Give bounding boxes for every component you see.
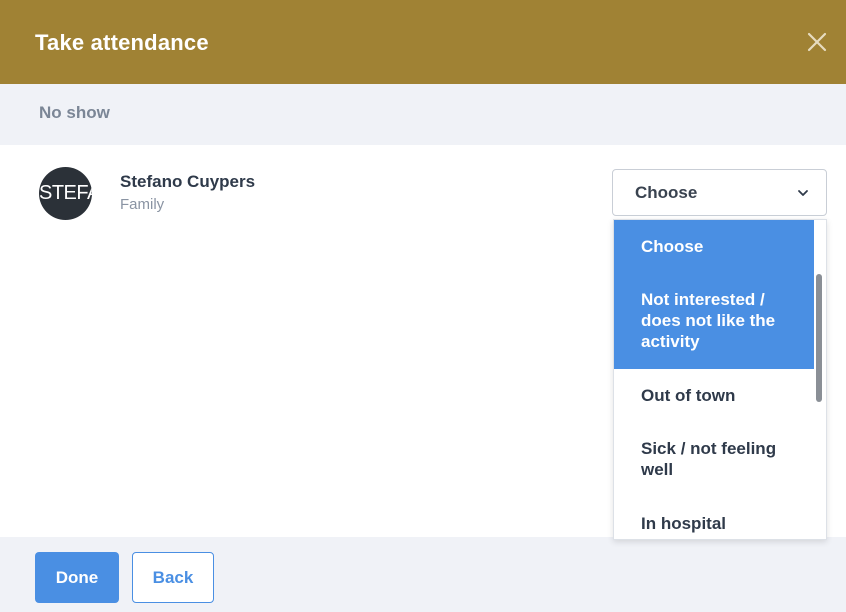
option-label-line: activity bbox=[641, 332, 700, 351]
dropdown-option-sick[interactable]: Sick / not feeling well bbox=[614, 422, 814, 497]
select-value: Choose bbox=[635, 183, 698, 202]
reason-dropdown-list[interactable]: Choose Not interested / does not like th… bbox=[613, 219, 827, 540]
modal-title: Take attendance bbox=[35, 30, 209, 55]
modal-header: Take attendance bbox=[0, 0, 846, 84]
dropdown-option-in-hospital[interactable]: In hospital bbox=[614, 497, 814, 539]
dropdown-scrollbar[interactable] bbox=[816, 274, 822, 402]
section-label: No show bbox=[39, 103, 110, 122]
section-header: No show bbox=[0, 84, 846, 145]
option-label-line: well bbox=[641, 460, 674, 479]
avatar: STEFA bbox=[39, 167, 92, 220]
option-label: Choose bbox=[641, 237, 704, 256]
back-button[interactable]: Back bbox=[132, 552, 214, 603]
chevron-down-icon bbox=[797, 188, 809, 198]
dropdown-option-out-of-town[interactable]: Out of town bbox=[614, 369, 814, 422]
done-button[interactable]: Done bbox=[35, 552, 119, 603]
option-label-line: does not like the bbox=[641, 311, 776, 330]
option-label-line: Not interested / bbox=[641, 290, 765, 309]
option-label-line: Sick / not feeling bbox=[641, 439, 777, 458]
person-name: Stefano Cuypers bbox=[120, 172, 256, 191]
option-label: Out of town bbox=[641, 386, 736, 405]
take-attendance-modal: Take attendance No show STEFA Stefano Cu… bbox=[0, 0, 846, 612]
modal-footer: Done Back bbox=[0, 537, 846, 612]
person-role: Family bbox=[120, 196, 165, 213]
close-button[interactable] bbox=[802, 27, 832, 57]
close-icon bbox=[807, 32, 827, 52]
dropdown-option-not-interested[interactable]: Not interested / does not like the activ… bbox=[614, 273, 814, 369]
reason-select[interactable]: Choose bbox=[612, 169, 827, 216]
dropdown-option-choose[interactable]: Choose bbox=[614, 220, 814, 273]
avatar-text: STEFA bbox=[39, 182, 92, 204]
option-label: In hospital bbox=[641, 514, 726, 533]
